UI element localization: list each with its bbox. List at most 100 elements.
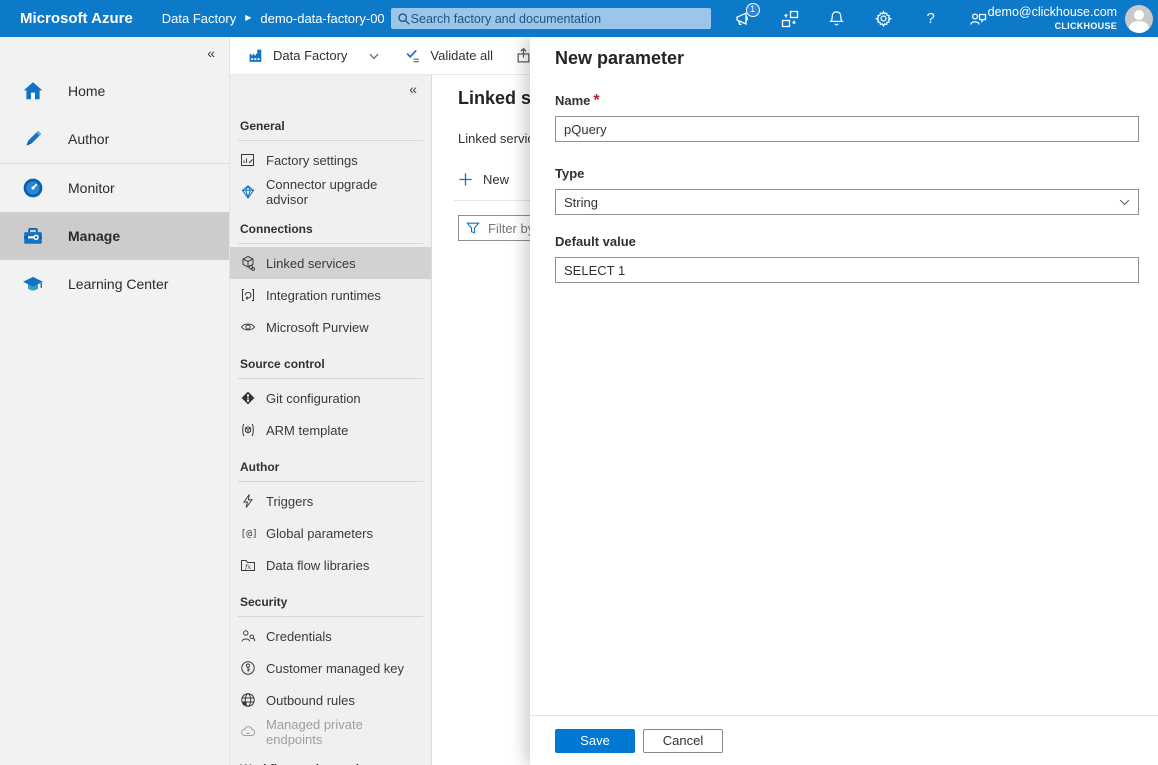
outbound-rules-globe-icon: [240, 692, 256, 708]
menu-item-factory-settings[interactable]: Factory settings: [230, 144, 431, 176]
azure-brand: Microsoft Azure: [20, 10, 133, 27]
section-divider: [238, 378, 423, 379]
menu-section-connections: Connections: [240, 222, 421, 243]
panel-footer: Save Cancel: [530, 715, 1158, 765]
filter-funnel-icon: [466, 221, 480, 235]
chevron-down-icon: [1119, 199, 1130, 206]
cancel-button[interactable]: Cancel: [643, 729, 723, 753]
chevron-down-icon[interactable]: [369, 53, 379, 60]
plus-icon: [458, 172, 473, 187]
section-divider: [238, 140, 423, 141]
breadcrumb-separator-icon: ▶: [245, 13, 251, 22]
menu-item-connector-upgrade-advisor[interactable]: Connector upgrade advisor: [230, 176, 431, 208]
menu-item-label: Data flow libraries: [266, 558, 369, 573]
announcements-badge: 1: [746, 3, 760, 17]
menu-item-label: Factory settings: [266, 153, 358, 168]
avatar[interactable]: [1125, 5, 1153, 33]
notifications-bell-icon[interactable]: [827, 9, 847, 29]
sidebar-collapse-icon[interactable]: «: [207, 45, 215, 61]
new-parameter-panel: New parameter Name* Type String Default …: [530, 37, 1158, 765]
menu-item-label: Managed private endpoints: [266, 717, 421, 747]
nav-item-home[interactable]: Home: [0, 67, 229, 115]
menu-item-label: Global parameters: [266, 526, 373, 541]
left-nav: « Home Author Monitor: [0, 37, 230, 765]
account-menu[interactable]: demo@clickhouse.com CLICKHOUSE: [988, 5, 1153, 33]
menu-item-label: Connector upgrade advisor: [266, 177, 421, 207]
type-selected-value: String: [564, 195, 598, 210]
global-parameters-icon: [@]: [240, 525, 256, 541]
manage-toolbox-icon: [22, 225, 44, 247]
nav-item-learning-center[interactable]: Learning Center: [0, 260, 229, 308]
menu-item-customer-managed-key[interactable]: Customer managed key: [230, 652, 431, 684]
integration-runtimes-icon: [240, 287, 256, 303]
panel-title: New parameter: [555, 48, 1139, 69]
customer-managed-key-icon: [240, 660, 256, 676]
menu-item-microsoft-purview[interactable]: Microsoft Purview: [230, 311, 431, 343]
search-icon: [397, 12, 411, 26]
arm-template-icon: [240, 422, 256, 438]
nav-label: Manage: [68, 228, 120, 244]
name-field[interactable]: [555, 116, 1139, 142]
validate-all-label: Validate all: [430, 48, 493, 63]
global-search[interactable]: [391, 8, 711, 29]
home-icon: [22, 80, 44, 102]
account-tenant: CLICKHOUSE: [988, 21, 1117, 32]
menu-item-label: Microsoft Purview: [266, 320, 369, 335]
menu-item-global-parameters[interactable]: [@] Global parameters: [230, 517, 431, 549]
menu-item-linked-services[interactable]: Linked services: [230, 247, 431, 279]
announcements-icon[interactable]: 1: [733, 9, 753, 29]
linked-services-icon: [240, 255, 256, 271]
section-divider: [238, 243, 423, 244]
breadcrumb-resource[interactable]: demo-data-factory-00: [260, 11, 384, 26]
menu-section-source-control: Source control: [240, 357, 421, 378]
nav-item-monitor[interactable]: Monitor: [0, 164, 229, 212]
nav-item-manage[interactable]: Manage: [0, 212, 229, 260]
name-label: Name: [555, 93, 590, 108]
section-divider: [238, 481, 423, 482]
menu-item-triggers[interactable]: Triggers: [230, 485, 431, 517]
learning-cap-icon: [22, 273, 44, 295]
save-button[interactable]: Save: [555, 729, 635, 753]
menu-item-data-flow-libraries[interactable]: fx Data flow libraries: [230, 549, 431, 581]
factory-settings-icon: [240, 152, 256, 168]
default-value-label: Default value: [555, 234, 636, 249]
breadcrumb-app[interactable]: Data Factory: [162, 11, 236, 26]
nav-label: Monitor: [68, 180, 115, 196]
managed-private-endpoints-icon: [240, 724, 256, 740]
menu-section-general: General: [240, 119, 421, 140]
menu-collapse-icon[interactable]: «: [240, 81, 421, 105]
data-flow-libraries-icon: fx: [240, 557, 256, 573]
type-label: Type: [555, 166, 584, 181]
nav-label: Learning Center: [68, 276, 168, 292]
account-email: demo@clickhouse.com: [988, 5, 1117, 21]
type-select[interactable]: String: [555, 189, 1139, 215]
git-icon: [240, 390, 256, 406]
triggers-lightning-icon: [240, 493, 256, 509]
menu-item-label: ARM template: [266, 423, 348, 438]
menu-item-managed-private-endpoints[interactable]: Managed private endpoints: [230, 716, 431, 748]
menu-item-label: Credentials: [266, 629, 332, 644]
menu-item-outbound-rules[interactable]: Outbound rules: [230, 684, 431, 716]
monitor-gauge-icon: [22, 177, 44, 199]
menu-item-label: Triggers: [266, 494, 313, 509]
manage-menu: « General Factory settings Connector upg…: [230, 75, 432, 765]
validate-all-button[interactable]: Validate all: [405, 47, 493, 64]
switch-view-icon[interactable]: [780, 9, 800, 29]
credentials-icon: [240, 628, 256, 644]
search-input[interactable]: [411, 12, 705, 26]
help-icon[interactable]: ?: [921, 9, 941, 29]
feedback-icon[interactable]: [968, 9, 988, 29]
azure-topbar: Microsoft Azure Data Factory ▶ demo-data…: [0, 0, 1158, 37]
menu-item-credentials[interactable]: Credentials: [230, 620, 431, 652]
factory-selector-label[interactable]: Data Factory: [273, 48, 347, 63]
menu-section-security: Security: [240, 595, 421, 616]
menu-item-arm-template[interactable]: ARM template: [230, 414, 431, 446]
menu-item-integration-runtimes[interactable]: Integration runtimes: [230, 279, 431, 311]
gem-icon: [240, 184, 256, 200]
nav-item-author[interactable]: Author: [0, 115, 229, 163]
settings-gear-icon[interactable]: [874, 9, 894, 29]
menu-item-label: Integration runtimes: [266, 288, 381, 303]
menu-item-git-configuration[interactable]: Git configuration: [230, 382, 431, 414]
default-value-field[interactable]: [555, 257, 1139, 283]
data-factory-icon: [248, 47, 265, 64]
